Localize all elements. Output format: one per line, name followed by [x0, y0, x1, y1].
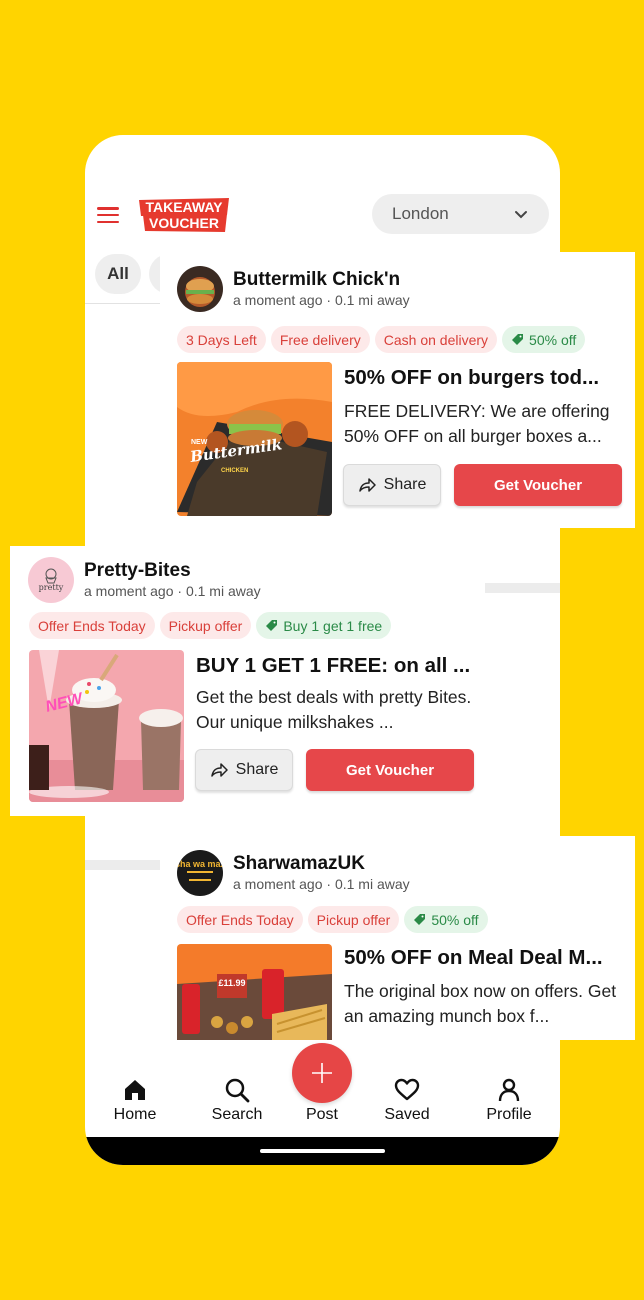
post-meta: a moment ago · 0.1 mi away — [233, 292, 410, 308]
app-logo: TAKEAWAY VOUCHER — [139, 198, 229, 232]
bottom-nav: Home Search Post Saved Profile — [85, 1043, 560, 1137]
shop-avatar[interactable]: pretty — [28, 557, 74, 603]
deal-title[interactable]: BUY 1 GET 1 FREE: on all ... — [196, 654, 476, 678]
deal-title[interactable]: 50% OFF on Meal Deal M... — [344, 946, 626, 970]
nav-post[interactable]: Post — [282, 1077, 362, 1124]
tag: Offer Ends Today — [29, 612, 155, 639]
deal-title[interactable]: 50% OFF on burgers tod... — [344, 366, 624, 390]
post-meta: a moment ago · 0.1 mi away — [84, 583, 261, 599]
phone-bottom-bezel — [85, 1137, 560, 1165]
person-icon — [498, 1078, 520, 1102]
divider — [85, 860, 160, 870]
nav-saved[interactable]: Saved — [367, 1077, 447, 1124]
tag: 3 Days Left — [177, 326, 266, 353]
divider — [485, 583, 560, 593]
share-icon — [358, 478, 376, 492]
chevron-down-icon — [515, 211, 527, 219]
discount-label: Buy 1 get 1 free — [283, 617, 383, 634]
card-header: pretty Pretty-Bites a moment ago · 0.1 m… — [28, 557, 261, 603]
deal-image[interactable]: NEW — [29, 650, 184, 802]
svg-text:sha wa maz: sha wa maz — [177, 859, 223, 869]
nav-search[interactable]: Search — [197, 1077, 277, 1124]
deal-description: FREE DELIVERY: We are offering 50% OFF o… — [344, 401, 610, 446]
share-button[interactable]: Share — [343, 464, 441, 506]
discount-tag: 50% off — [404, 906, 488, 933]
tag-list: 3 Days Left Free delivery Cash on delive… — [177, 326, 586, 353]
get-voucher-button[interactable]: Get Voucher — [454, 464, 622, 506]
search-icon — [225, 1078, 250, 1103]
top-bar: TAKEAWAY VOUCHER London — [85, 193, 560, 239]
discount-label: 50% off — [529, 331, 577, 348]
tag: Free delivery — [270, 326, 370, 353]
svg-text:pretty: pretty — [39, 583, 64, 592]
svg-text:£11.99: £11.99 — [218, 978, 245, 988]
share-button[interactable]: Share — [195, 749, 293, 791]
nav-post-label: Post — [305, 1106, 338, 1123]
get-voucher-button[interactable]: Get Voucher — [306, 749, 474, 791]
heart-icon — [394, 1078, 420, 1101]
shop-avatar[interactable]: sha wa maz — [177, 850, 223, 896]
price-tag-icon — [414, 914, 426, 925]
price-tag-icon — [266, 620, 278, 631]
nav-profile[interactable]: Profile — [469, 1077, 549, 1124]
shop-name[interactable]: Buttermilk Chick'n — [233, 269, 410, 291]
card-header: sha wa maz SharwamazUK a moment ago · 0.… — [177, 850, 410, 896]
home-icon — [125, 1080, 145, 1100]
deal-description: The original box now on offers. Get an a… — [344, 981, 617, 1026]
nav-home-label: Home — [113, 1106, 157, 1123]
tag: Pickup offer — [159, 612, 252, 639]
tag-list: Offer Ends Today Pickup offer 50% off — [177, 906, 488, 933]
svg-text:TAKEAWAY: TAKEAWAY — [145, 199, 223, 215]
nav-saved-label: Saved — [384, 1106, 430, 1123]
card-header: Buttermilk Chick'n a moment ago · 0.1 mi… — [177, 266, 410, 312]
share-label: Share — [383, 476, 427, 493]
price-tag-icon — [512, 334, 524, 345]
nav-search-label: Search — [211, 1106, 263, 1123]
menu-icon[interactable] — [97, 207, 119, 223]
shop-name[interactable]: Pretty-Bites — [84, 560, 261, 582]
svg-text:CHICKEN: CHICKEN — [221, 468, 248, 474]
deal-card[interactable]: pretty Pretty-Bites a moment ago · 0.1 m… — [10, 546, 485, 816]
nav-profile-label: Profile — [486, 1106, 532, 1123]
filter-chip-all[interactable]: All — [95, 254, 141, 294]
location-selector[interactable]: London — [372, 194, 549, 234]
deal-image[interactable]: NEW Buttermilk CHICKEN — [177, 362, 332, 516]
share-icon — [210, 763, 228, 777]
location-label: London — [392, 204, 449, 223]
post-meta: a moment ago · 0.1 mi away — [233, 876, 410, 892]
home-indicator — [260, 1149, 385, 1153]
nav-home[interactable]: Home — [95, 1077, 175, 1124]
shop-avatar[interactable] — [177, 266, 223, 312]
deal-description: Get the best deals with pretty Bites. Ou… — [196, 687, 472, 732]
share-label: Share — [235, 761, 279, 778]
svg-text:VOUCHER: VOUCHER — [149, 215, 219, 231]
deal-card[interactable]: sha wa maz SharwamazUK a moment ago · 0.… — [160, 836, 635, 1040]
tag: Offer Ends Today — [177, 906, 303, 933]
tag: Pickup offer — [307, 906, 400, 933]
discount-tag: Buy 1 get 1 free — [256, 612, 392, 639]
shop-name[interactable]: SharwamazUK — [233, 853, 410, 875]
deal-card[interactable]: Buttermilk Chick'n a moment ago · 0.1 mi… — [160, 252, 635, 528]
tag-list: Offer Ends Today Pickup offer Buy 1 get … — [29, 612, 392, 639]
discount-tag: 50% off — [502, 326, 586, 353]
deal-image[interactable]: £11.99 — [177, 944, 332, 1040]
tag: Cash on delivery — [374, 326, 498, 353]
discount-label: 50% off — [431, 911, 479, 928]
